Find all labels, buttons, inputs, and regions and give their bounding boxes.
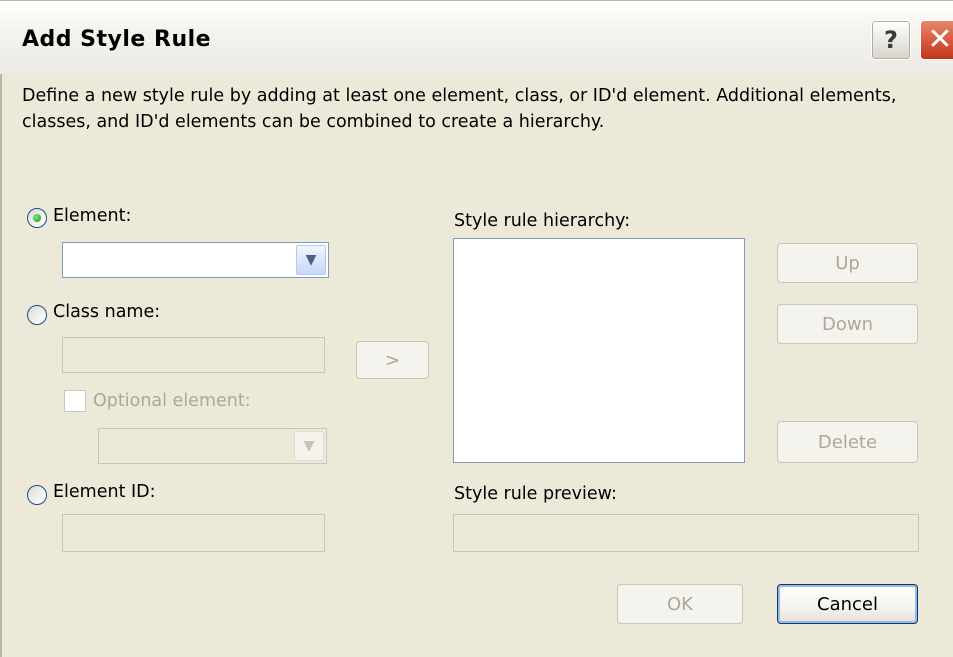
optional-element-checkbox[interactable] xyxy=(64,390,86,412)
optional-element-label: Optional element: xyxy=(93,391,251,411)
hierarchy-listbox[interactable] xyxy=(453,238,745,463)
window-border xyxy=(0,74,2,657)
element-dropdown-button[interactable]: ▼ xyxy=(296,245,326,275)
description-text: Define a new style rule by adding at lea… xyxy=(22,86,897,132)
add-to-hierarchy-button[interactable]: > xyxy=(356,341,429,379)
element-id-label: Element ID: xyxy=(53,482,156,502)
cancel-button[interactable]: Cancel xyxy=(777,584,918,624)
ok-button[interactable]: OK xyxy=(617,584,743,624)
preview-field xyxy=(453,514,919,552)
help-icon: ? xyxy=(884,26,898,54)
element-id-radio[interactable] xyxy=(27,485,47,505)
optional-element-dropdown-button[interactable]: ▼ xyxy=(294,431,324,461)
hierarchy-label: Style rule hierarchy: xyxy=(454,211,631,231)
window-title: Add Style Rule xyxy=(22,27,212,52)
element-id-input[interactable] xyxy=(62,514,325,552)
class-name-label: Class name: xyxy=(53,302,161,322)
element-label: Element: xyxy=(53,206,132,226)
element-combobox[interactable]: ▼ xyxy=(62,242,329,278)
title-bar: Add Style Rule ? ✕ xyxy=(0,0,953,75)
element-radio[interactable] xyxy=(27,208,47,228)
up-button[interactable]: Up xyxy=(777,243,918,283)
optional-element-combobox[interactable]: ▼ xyxy=(98,428,327,464)
help-button[interactable]: ? xyxy=(871,20,911,60)
radio-selected-dot xyxy=(33,214,41,222)
down-button[interactable]: Down xyxy=(777,304,918,344)
preview-label: Style rule preview: xyxy=(454,484,617,504)
chevron-down-icon: ▼ xyxy=(305,252,317,268)
close-button[interactable]: ✕ xyxy=(920,20,953,60)
class-name-radio[interactable] xyxy=(27,305,47,325)
delete-button[interactable]: Delete xyxy=(777,421,918,463)
chevron-down-icon: ▼ xyxy=(303,438,315,454)
class-name-input[interactable] xyxy=(62,337,325,373)
close-icon: ✕ xyxy=(927,22,953,57)
